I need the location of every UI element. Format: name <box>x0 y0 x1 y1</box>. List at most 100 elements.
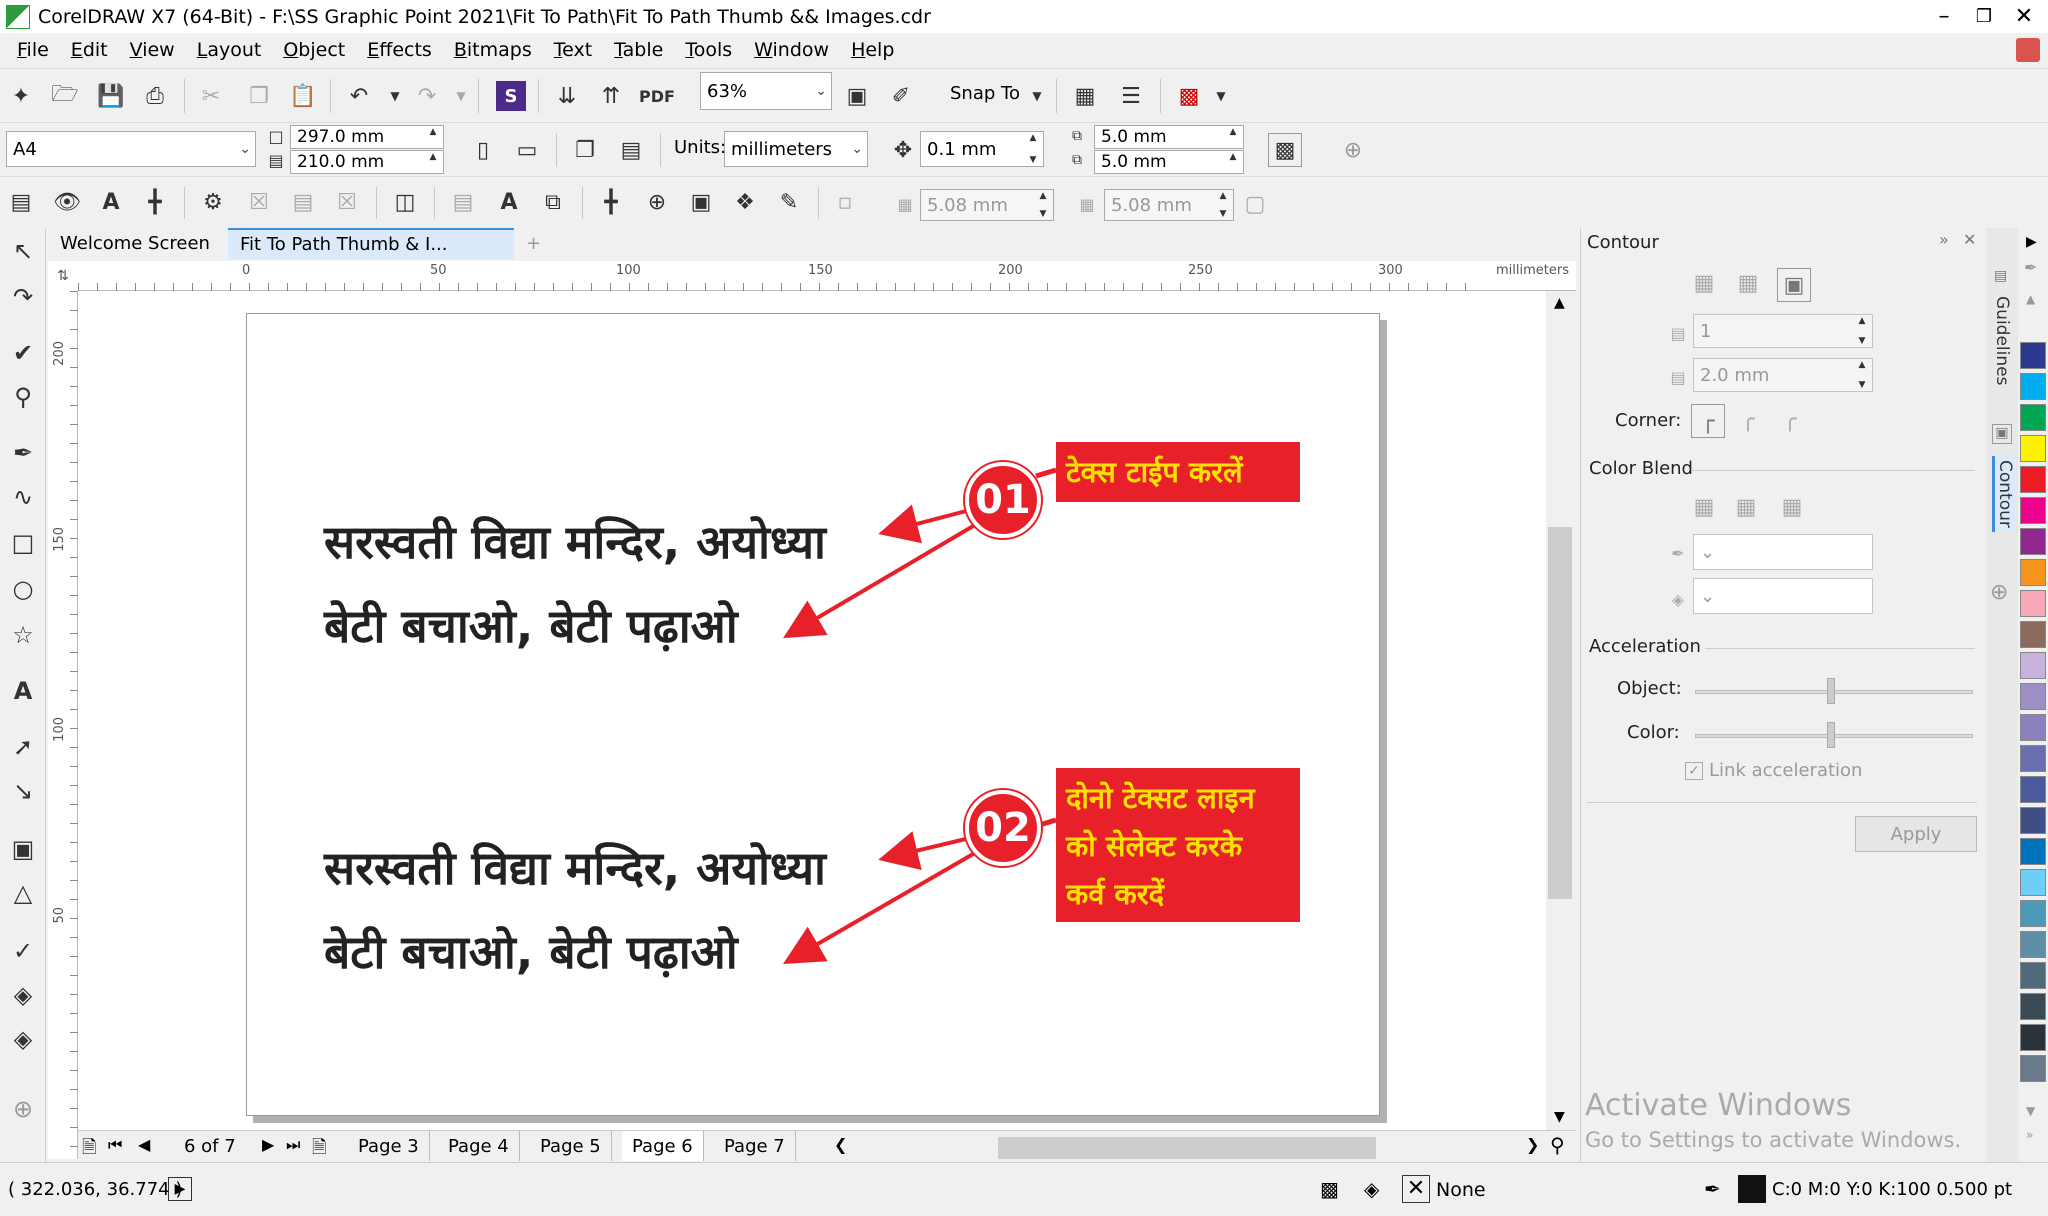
palette-expand-icon[interactable]: » <box>2026 1128 2033 1142</box>
step1-badge: 01 <box>965 462 1041 538</box>
next-page-icon[interactable]: ▶ <box>262 1135 274 1154</box>
color-acceleration-label: Color: <box>1627 722 1680 743</box>
palette-swatch[interactable] <box>2020 962 2046 989</box>
step2-badge: 02 <box>965 790 1041 866</box>
previous-page-icon[interactable]: ◀ <box>138 1135 150 1154</box>
to-center-icon[interactable]: ▦ <box>1689 268 1719 298</box>
guidelines-tab-icon: ▤ <box>1994 268 2008 284</box>
inside-icon[interactable]: ▦ <box>1733 268 1763 298</box>
horizontal-scroll-thumb[interactable] <box>998 1137 1376 1159</box>
page-tab-3[interactable]: Page 3 <box>348 1131 430 1161</box>
status-play-icon[interactable]: ▶ <box>168 1177 192 1201</box>
palette-swatch[interactable] <box>2020 683 2046 710</box>
color-blend-label: Color Blend <box>1589 458 1693 479</box>
tab-guidelines[interactable]: Guidelines <box>1992 296 2012 385</box>
activate-windows-subtitle: Go to Settings to activate Windows. <box>1585 1128 1962 1152</box>
status-bar: ( 322.036, 36.774 ) ▶ ▩ ◈ ✕ None ✒ C:0 M… <box>0 1162 2048 1216</box>
palette-swatch[interactable] <box>2020 435 2046 462</box>
palette-swatch[interactable] <box>2020 466 2046 493</box>
palette-swatch[interactable] <box>2020 776 2046 803</box>
apply-button[interactable]: Apply <box>1855 816 1977 852</box>
outline-color-icon: ✒ <box>1671 543 1685 563</box>
page-tab-7[interactable]: Page 7 <box>714 1131 796 1161</box>
palette-swatch[interactable] <box>2020 528 2046 555</box>
palette-swatch[interactable] <box>2020 993 2046 1020</box>
docker-collapse-icon[interactable]: » <box>1939 230 1949 249</box>
page-tab-5[interactable]: Page 5 <box>530 1131 612 1161</box>
contour-steps-icon: ▤ <box>1670 323 1686 343</box>
clockwise-blend-icon[interactable]: ▦ <box>1731 492 1761 522</box>
outline-pen-icon: ✒ <box>1704 1177 1721 1201</box>
docker-close-icon[interactable]: ✕ <box>1963 230 1976 249</box>
zoom-navigator-icon[interactable]: ⚲ <box>1550 1133 1565 1157</box>
fill-bucket-icon: ◈ <box>1364 1177 1380 1201</box>
palette-swatch[interactable] <box>2020 1024 2046 1051</box>
corner-bevel-icon[interactable]: ╭ <box>1775 404 1805 434</box>
corner-round-icon[interactable]: ╭ <box>1733 404 1763 434</box>
outline-color-swatch[interactable] <box>1738 1175 1766 1203</box>
link-acceleration-checkbox[interactable]: ✓ <box>1685 762 1703 780</box>
fill-color-select[interactable]: ⌄ <box>1693 578 1873 614</box>
page-tab-4[interactable]: Page 4 <box>438 1131 520 1161</box>
page-tab-6[interactable]: Page 6 <box>622 1131 704 1161</box>
palette-scroll-up-icon[interactable]: ▲ <box>2026 292 2035 306</box>
palette-eyedropper-icon[interactable]: ✒ <box>2024 258 2037 277</box>
contour-offset-field[interactable]: 2.0 mm ▲ ▼ <box>1693 358 1873 392</box>
contour-offset-icon: ▤ <box>1670 367 1686 387</box>
docker-title: Contour <box>1587 232 1659 253</box>
palette-swatch[interactable] <box>2020 931 2046 958</box>
palette-swatch[interactable] <box>2020 838 2046 865</box>
palette-scroll-down-icon[interactable]: ▼ <box>2026 1104 2035 1118</box>
palette-swatch[interactable] <box>2020 900 2046 927</box>
corner-mitered-icon[interactable]: ┌ <box>1691 404 1725 438</box>
fill-color-icon: ◈ <box>1671 589 1685 609</box>
activate-windows-title: Activate Windows <box>1585 1088 1852 1123</box>
add-docker-icon[interactable]: ⊕ <box>1990 580 2008 605</box>
palette-swatch[interactable] <box>2020 807 2046 834</box>
object-acceleration-label: Object: <box>1617 678 1682 699</box>
palette-swatch[interactable] <box>2020 621 2046 648</box>
palette-swatch[interactable] <box>2020 342 2046 369</box>
color-proof-icon[interactable]: ▩ <box>1320 1177 1339 1201</box>
link-acceleration-label: Link acceleration <box>1709 760 1863 781</box>
palette-swatch[interactable] <box>2020 745 2046 772</box>
fill-none-icon[interactable]: ✕ <box>1402 1175 1430 1203</box>
palette-swatch[interactable] <box>2020 373 2046 400</box>
palette-swatch[interactable] <box>2020 652 2046 679</box>
tab-contour[interactable]: Contour <box>1992 456 2015 532</box>
acceleration-label: Acceleration <box>1589 636 1701 657</box>
first-page-icon[interactable]: ⏮ <box>108 1135 122 1155</box>
color-acceleration-thumb[interactable] <box>1827 722 1835 748</box>
cursor-coordinates: ( 322.036, 36.774 ) <box>8 1179 183 1200</box>
palette-swatch[interactable] <box>2020 1055 2046 1082</box>
palette-swatch[interactable] <box>2020 497 2046 524</box>
outline-color-select[interactable]: ⌄ <box>1693 534 1873 570</box>
counterclockwise-blend-icon[interactable]: ▦ <box>1777 492 1807 522</box>
palette-swatch[interactable] <box>2020 714 2046 741</box>
color-palette: ▶ ✒ ▲ ▼ » <box>2018 228 2048 1162</box>
scroll-down-icon[interactable]: ▼ <box>1554 1109 1565 1125</box>
vertical-scrollbar[interactable]: ▲ ▼ <box>1546 291 1576 1135</box>
palette-swatch[interactable] <box>2020 404 2046 431</box>
palette-swatch[interactable] <box>2020 559 2046 586</box>
last-page-icon[interactable]: ⏭ <box>286 1135 300 1155</box>
page-counter: 6 of 7 <box>184 1136 236 1157</box>
outline-status: C:0 M:0 Y:0 K:100 0.500 pt <box>1772 1179 2013 1200</box>
step1-callout: टेक्स टाईप करलें <box>1056 442 1300 502</box>
add-page-after-icon[interactable]: 🗎 <box>312 1135 326 1165</box>
contour-steps-field[interactable]: 1 ▲ ▼ <box>1693 314 1873 348</box>
scroll-left-icon[interactable]: ❮ <box>834 1135 847 1154</box>
palette-swatch[interactable] <box>2020 869 2046 896</box>
palette-swatch[interactable] <box>2020 590 2046 617</box>
palette-menu-icon[interactable]: ▶ <box>2026 234 2037 250</box>
linear-blend-icon[interactable]: ▦ <box>1689 492 1719 522</box>
scroll-up-icon[interactable]: ▲ <box>1554 295 1565 311</box>
corner-label: Corner: <box>1615 410 1682 431</box>
object-acceleration-thumb[interactable] <box>1827 678 1835 704</box>
fill-status: None <box>1436 1179 1486 1201</box>
outside-icon[interactable]: ▣ <box>1777 268 1811 302</box>
vertical-scroll-thumb[interactable] <box>1548 527 1572 899</box>
contour-tab-icon: ▣ <box>1992 424 2012 444</box>
add-page-before-icon[interactable]: 🗎 <box>82 1135 96 1165</box>
scroll-right-icon[interactable]: ❯ <box>1526 1135 1539 1154</box>
